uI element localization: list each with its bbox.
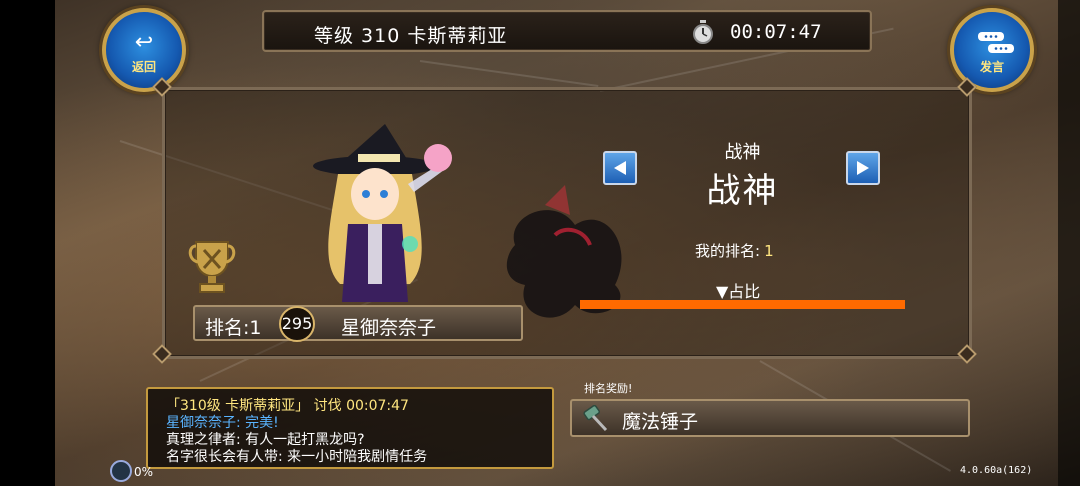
hammer-icon bbox=[583, 405, 608, 432]
reward-item-name: 魔法锤子 bbox=[622, 411, 699, 433]
back-button[interactable]: ↩ 返回 bbox=[102, 8, 186, 92]
category-label-small: 战神 bbox=[724, 142, 761, 163]
player-name: 星御奈奈子 bbox=[341, 317, 437, 339]
prev-category-button[interactable] bbox=[603, 151, 637, 185]
screen-edge-left bbox=[0, 0, 55, 486]
share-progress-bar bbox=[580, 300, 905, 309]
arrow-right-icon bbox=[857, 161, 869, 175]
chat-button[interactable]: 发言 bbox=[950, 8, 1034, 92]
player-character-portrait bbox=[313, 124, 452, 302]
version-text: 4.0.60a(162) bbox=[960, 465, 1033, 476]
return-arrow-icon: ↩ bbox=[134, 30, 154, 55]
battle-timer: 00:07:47 bbox=[730, 21, 822, 43]
share-label[interactable]: ▼占比 bbox=[716, 278, 760, 302]
my-rank-label: 我的排名: bbox=[695, 242, 761, 260]
chat-bubble-icon bbox=[978, 32, 1014, 53]
chat-message: 名字很长会有人带: 来一小时陪我剧情任务 bbox=[166, 449, 428, 465]
screen-edge-right bbox=[1058, 0, 1080, 486]
trophy-icon bbox=[188, 241, 236, 293]
chat-button-label: 发言 bbox=[979, 60, 1004, 74]
player-rank-bar: 排名:1 295 星御奈奈子 bbox=[193, 305, 523, 342]
network-percent: 0% bbox=[134, 465, 154, 479]
boss-info-bar: 等级 310 卡斯蒂莉亚 00:07:47 bbox=[262, 10, 872, 52]
boss-title: 等级 310 卡斯蒂莉亚 bbox=[314, 25, 508, 47]
category-title: 战神 bbox=[706, 171, 779, 211]
reward-label: 排名奖励! bbox=[584, 382, 633, 395]
stopwatch-icon bbox=[693, 20, 713, 44]
reward-item-bar[interactable]: 魔法锤子 bbox=[570, 399, 970, 437]
my-rank: 我的排名: 1 bbox=[695, 240, 774, 261]
next-category-button[interactable] bbox=[846, 151, 880, 185]
rank-position: 排名:1 bbox=[205, 317, 262, 339]
network-status-icon bbox=[110, 460, 132, 482]
back-button-label: 返回 bbox=[131, 60, 156, 74]
arrow-left-icon bbox=[614, 161, 626, 175]
level-badge: 295 bbox=[279, 306, 315, 342]
chat-log[interactable]: 「310级 卡斯蒂莉亚」 讨伐 00:07:47 星御奈奈子: 完美! 真理之律者:… bbox=[146, 387, 554, 469]
my-rank-value: 1 bbox=[764, 242, 774, 260]
share-progress-fill bbox=[580, 300, 905, 309]
